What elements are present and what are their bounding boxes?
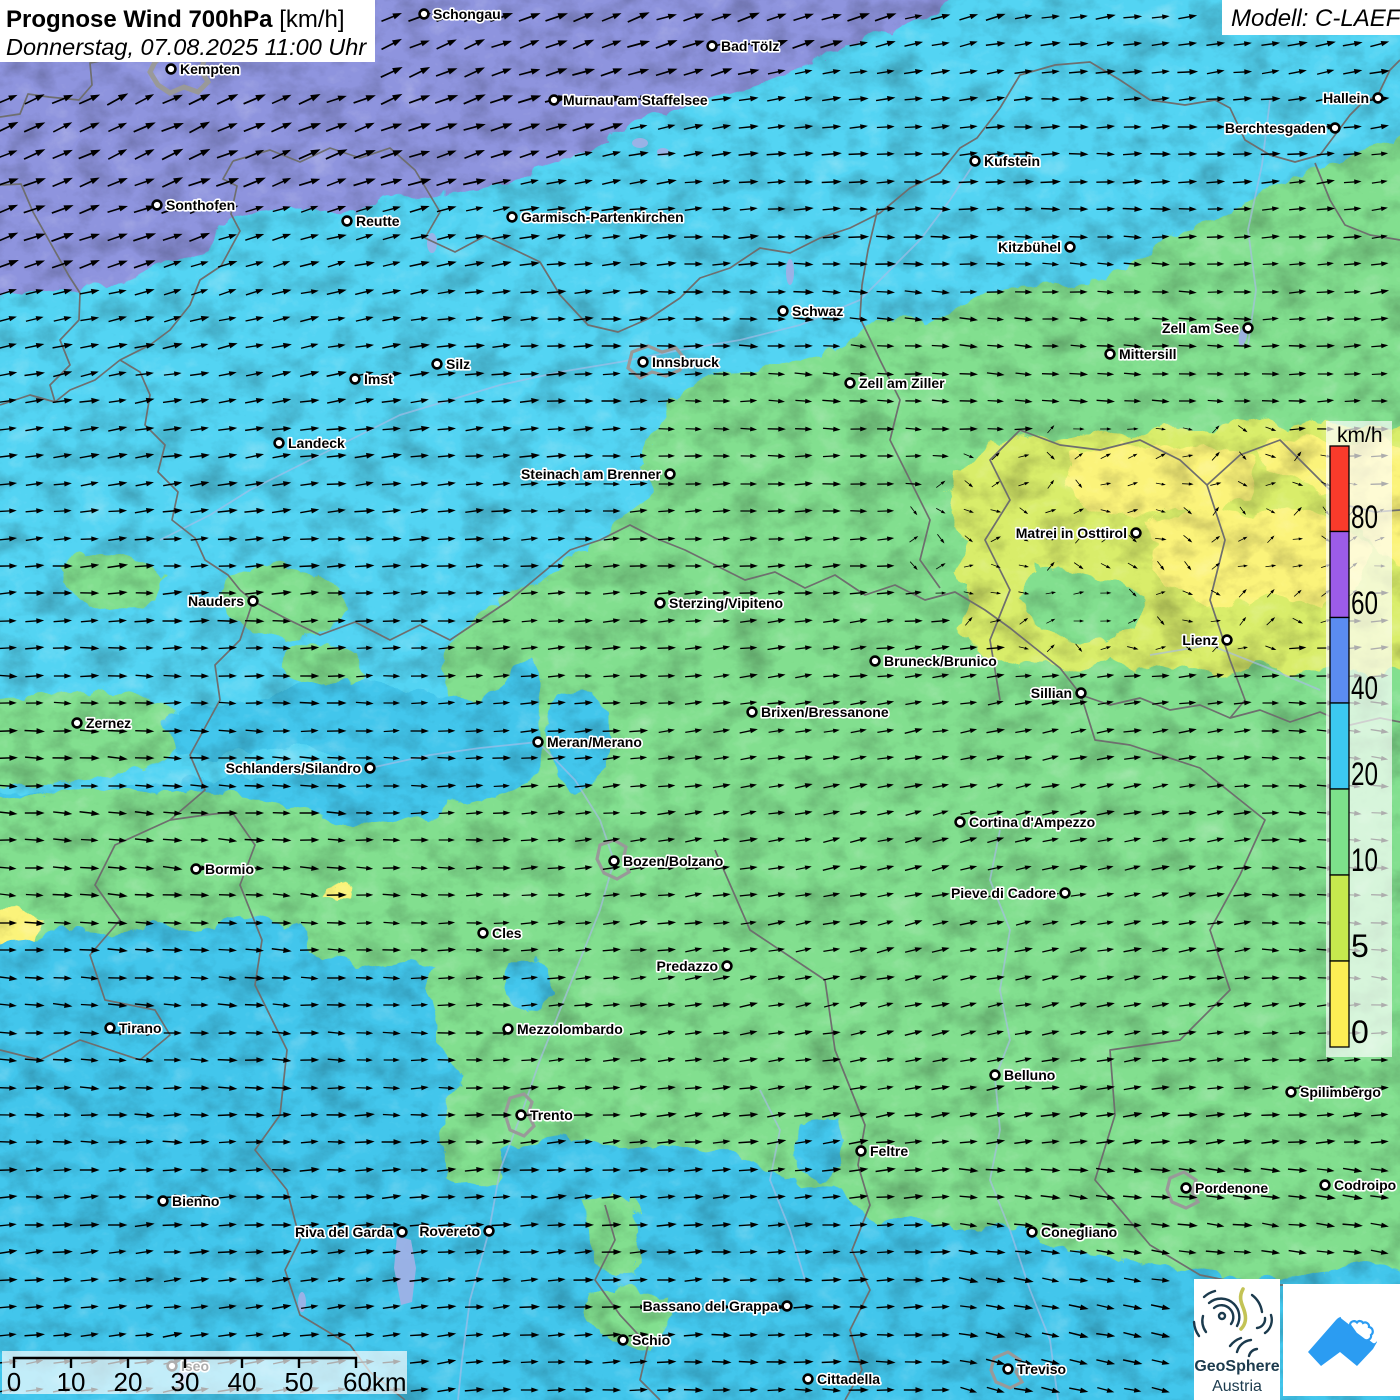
svg-text:Kempten: Kempten	[180, 61, 240, 77]
svg-text:Murnau am Staffelsee: Murnau am Staffelsee	[563, 92, 708, 108]
svg-text:Bormio: Bormio	[205, 861, 254, 877]
svg-text:Kitzbühel: Kitzbühel	[998, 239, 1061, 255]
svg-text:Codroipo: Codroipo	[1334, 1177, 1396, 1193]
svg-text:Sillian: Sillian	[1031, 685, 1072, 701]
svg-text:10: 10	[57, 1367, 86, 1397]
svg-text:Donnerstag, 07.08.2025 11:00 U: Donnerstag, 07.08.2025 11:00 Uhr	[6, 34, 367, 60]
svg-text:Reutte: Reutte	[356, 213, 400, 229]
svg-text:0: 0	[1351, 1014, 1369, 1050]
svg-text:km/h: km/h	[1337, 424, 1383, 447]
svg-text:Sonthofen: Sonthofen	[166, 197, 235, 213]
svg-text:Conegliano: Conegliano	[1041, 1224, 1117, 1240]
svg-text:40: 40	[1351, 670, 1378, 706]
svg-text:Bassano del Grappa: Bassano del Grappa	[643, 1298, 779, 1314]
svg-text:Cittadella: Cittadella	[817, 1371, 880, 1387]
svg-text:Spilimbergo: Spilimbergo	[1300, 1084, 1381, 1100]
svg-text:Hallein: Hallein	[1323, 90, 1369, 106]
svg-text:Lienz: Lienz	[1182, 632, 1218, 648]
svg-text:Tirano: Tirano	[119, 1020, 162, 1036]
svg-text:Schongau: Schongau	[433, 6, 501, 22]
svg-text:Bienno: Bienno	[172, 1193, 219, 1209]
svg-text:20: 20	[1351, 756, 1378, 792]
svg-text:Schio: Schio	[632, 1332, 670, 1348]
svg-text:Innsbruck: Innsbruck	[652, 354, 719, 370]
svg-text:Kufstein: Kufstein	[984, 153, 1040, 169]
svg-text:Bad Tölz: Bad Tölz	[721, 38, 779, 54]
svg-text:Predazzo: Predazzo	[657, 958, 718, 974]
svg-text:Matrei in Osttirol: Matrei in Osttirol	[1016, 525, 1127, 541]
svg-text:50: 50	[285, 1367, 314, 1397]
svg-text:Trento: Trento	[530, 1107, 573, 1123]
svg-text:Silz: Silz	[446, 356, 470, 372]
svg-text:Austria: Austria	[1212, 1378, 1262, 1395]
svg-text:Mittersill: Mittersill	[1119, 346, 1177, 362]
svg-text:40: 40	[228, 1367, 257, 1397]
svg-text:Steinach am Brenner: Steinach am Brenner	[521, 466, 662, 482]
svg-text:Feltre: Feltre	[870, 1143, 908, 1159]
svg-text:10: 10	[1351, 842, 1378, 878]
svg-text:Riva del Garda: Riva del Garda	[295, 1224, 393, 1240]
svg-text:Treviso: Treviso	[1017, 1361, 1066, 1377]
svg-text:Pieve di Cadore: Pieve di Cadore	[951, 885, 1056, 901]
svg-text:0: 0	[7, 1367, 21, 1397]
svg-text:Zernez: Zernez	[86, 715, 131, 731]
svg-text:Zell am See: Zell am See	[1162, 320, 1239, 336]
svg-text:Garmisch-Partenkirchen: Garmisch-Partenkirchen	[521, 209, 684, 225]
svg-text:Cles: Cles	[492, 925, 522, 941]
svg-text:Imst: Imst	[364, 371, 393, 387]
svg-text:Modell: C-LAEF: Modell: C-LAEF	[1231, 5, 1400, 32]
svg-text:Bruneck/Brunico: Bruneck/Brunico	[884, 653, 997, 669]
svg-text:Berchtesgaden: Berchtesgaden	[1225, 120, 1326, 136]
svg-text:60km: 60km	[343, 1367, 407, 1397]
svg-text:Schlanders/Silandro: Schlanders/Silandro	[226, 760, 361, 776]
svg-text:60: 60	[1351, 585, 1378, 621]
svg-text:Schwaz: Schwaz	[792, 303, 843, 319]
svg-text:5: 5	[1351, 928, 1369, 964]
svg-text:Landeck: Landeck	[288, 435, 345, 451]
svg-text:30: 30	[171, 1367, 200, 1397]
svg-text:20: 20	[114, 1367, 143, 1397]
svg-text:Pordenone: Pordenone	[1195, 1180, 1268, 1196]
svg-text:Bozen/Bolzano: Bozen/Bolzano	[623, 853, 723, 869]
svg-text:Meran/Merano: Meran/Merano	[547, 734, 642, 750]
svg-text:80: 80	[1351, 499, 1378, 535]
svg-text:Sterzing/Vipiteno: Sterzing/Vipiteno	[669, 595, 783, 611]
svg-text:GeoSphere: GeoSphere	[1194, 1358, 1279, 1375]
svg-text:Cortina d'Ampezzo: Cortina d'Ampezzo	[969, 814, 1095, 830]
svg-text:Rovereto: Rovereto	[419, 1223, 480, 1239]
svg-text:Brixen/Bressanone: Brixen/Bressanone	[761, 704, 889, 720]
svg-text:Prognose Wind 700hPa [km/h]: Prognose Wind 700hPa [km/h]	[6, 6, 345, 33]
svg-text:Belluno: Belluno	[1004, 1067, 1055, 1083]
svg-text:Nauders: Nauders	[188, 593, 244, 609]
svg-text:Mezzolombardo: Mezzolombardo	[517, 1021, 623, 1037]
svg-text:Zell am Ziller: Zell am Ziller	[859, 375, 945, 391]
